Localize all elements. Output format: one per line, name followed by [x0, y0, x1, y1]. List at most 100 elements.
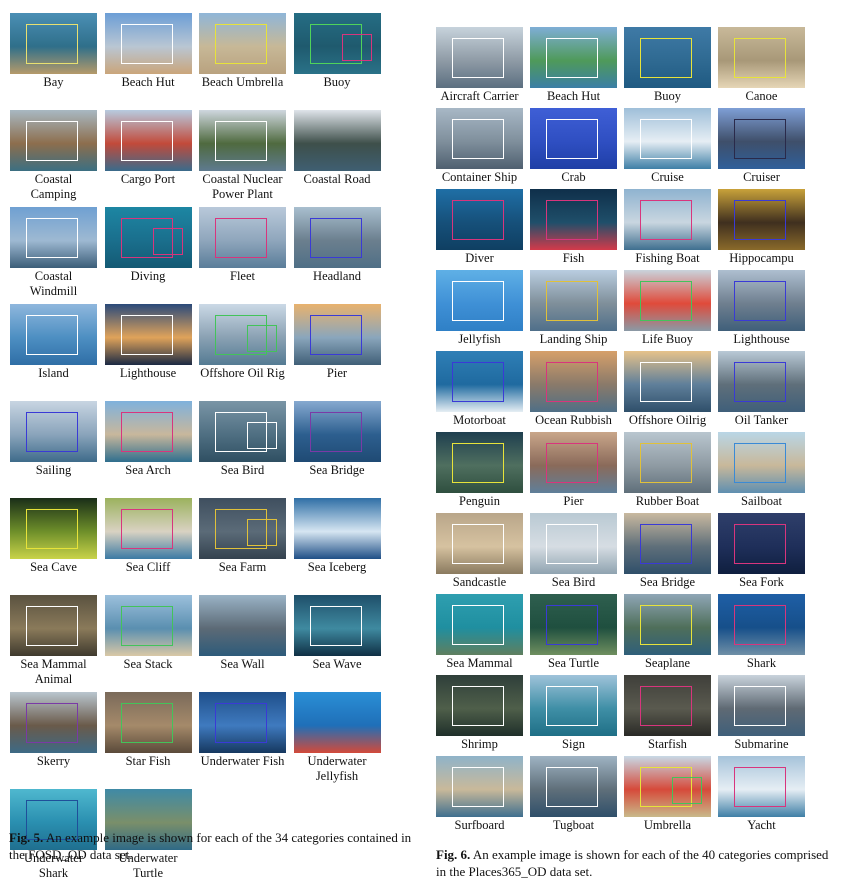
example-image — [293, 304, 381, 365]
example-image — [104, 304, 192, 365]
example-image — [530, 675, 617, 736]
bounding-box — [546, 362, 598, 402]
bounding-box — [452, 605, 504, 645]
example-image — [624, 108, 711, 169]
bounding-box — [546, 119, 598, 159]
example-image — [104, 498, 192, 559]
bounding-box — [734, 281, 786, 321]
category-tile: Sea Bridge — [624, 513, 711, 589]
example-image — [199, 498, 286, 559]
example-image — [104, 401, 192, 462]
category-tile: Crab — [530, 108, 617, 184]
figure-6-caption-label: Fig. 6. — [436, 847, 471, 862]
bounding-box — [309, 218, 362, 258]
example-image — [530, 27, 617, 88]
example-image — [436, 513, 523, 574]
figure-5-caption-label: Fig. 5. — [9, 830, 44, 845]
category-label: Canoe — [745, 89, 778, 103]
bounding-box — [26, 703, 78, 743]
category-tile: Sea Arch — [104, 401, 192, 477]
category-tile: Fleet — [199, 207, 286, 283]
category-tile: Sea Cave — [10, 498, 97, 574]
category-tile: Lighthouse — [104, 304, 192, 380]
category-label: Cruiser — [743, 170, 780, 184]
bounding-box — [640, 686, 692, 726]
category-tile: Yacht — [718, 756, 805, 832]
bounding-box — [26, 218, 78, 258]
category-tile: Jellyfish — [436, 270, 523, 346]
bounding-box — [640, 605, 692, 645]
category-tile: Sea Bird — [530, 513, 617, 589]
bounding-box — [309, 412, 362, 452]
figure-5-caption: Fig. 5. An example image is shown for ea… — [9, 829, 414, 863]
category-tile: Star Fish — [104, 692, 192, 768]
bounding-box — [734, 767, 786, 807]
example-image — [624, 270, 711, 331]
example-image — [530, 270, 617, 331]
bounding-box — [309, 315, 362, 355]
example-image — [10, 304, 97, 365]
bounding-box — [546, 281, 598, 321]
category-tile: Submarine — [718, 675, 805, 751]
example-image — [10, 207, 97, 268]
bounding-box — [26, 509, 78, 549]
bounding-box — [640, 281, 692, 321]
category-tile: Tugboat — [530, 756, 617, 832]
example-image — [530, 756, 617, 817]
category-tile: Offshore Oilrig — [624, 351, 711, 427]
category-tile: Oil Tanker — [718, 351, 805, 427]
bounding-box — [120, 412, 173, 452]
bounding-box — [309, 606, 362, 646]
bounding-box — [640, 524, 692, 564]
example-image — [436, 27, 523, 88]
category-tile: Sea Mammal Animal — [10, 595, 97, 686]
category-tile: Buoy — [293, 13, 381, 89]
example-image — [436, 432, 523, 493]
example-image — [199, 207, 286, 268]
category-tile: Container Ship — [436, 108, 523, 184]
category-label: Lighthouse — [733, 332, 790, 346]
example-image — [199, 692, 286, 753]
example-image — [718, 756, 805, 817]
example-image — [624, 27, 711, 88]
category-tile: Skerry — [10, 692, 97, 768]
bounding-box — [452, 362, 504, 402]
example-image — [624, 432, 711, 493]
bounding-box — [546, 605, 598, 645]
category-tile: Offshore Oil Rig — [199, 304, 286, 380]
category-tile: Coastal Road — [293, 110, 381, 186]
bounding-box — [120, 315, 173, 355]
example-image — [436, 351, 523, 412]
bounding-box — [452, 281, 504, 321]
category-tile: Canoe — [718, 27, 805, 103]
example-image — [104, 207, 192, 268]
category-tile: Landing Ship — [530, 270, 617, 346]
category-tile: Island — [10, 304, 97, 380]
bounding-box — [120, 509, 173, 549]
bounding-box — [546, 524, 598, 564]
category-tile: Cruise — [624, 108, 711, 184]
category-tile: Sea Turtle — [530, 594, 617, 670]
category-tile: Sea Mammal — [436, 594, 523, 670]
example-image — [10, 692, 97, 753]
example-image — [624, 675, 711, 736]
example-image — [530, 513, 617, 574]
bounding-box — [640, 362, 692, 402]
bounding-box — [452, 119, 504, 159]
category-tile: Sea Bridge — [293, 401, 381, 477]
example-image — [199, 595, 286, 656]
category-tile: Underwater Fish — [199, 692, 286, 768]
bounding-box — [26, 315, 78, 355]
bounding-box — [26, 412, 78, 452]
bounding-box — [734, 686, 786, 726]
category-tile: Shark — [718, 594, 805, 670]
category-tile: Starfish — [624, 675, 711, 751]
bounding-box — [734, 119, 786, 159]
category-label: Buoy — [323, 75, 351, 89]
bounding-box — [26, 121, 78, 161]
category-label: Coastal Road — [303, 172, 371, 186]
bounding-box — [734, 443, 786, 483]
example-image — [10, 13, 97, 74]
bounding-box — [247, 422, 277, 449]
example-image — [718, 594, 805, 655]
